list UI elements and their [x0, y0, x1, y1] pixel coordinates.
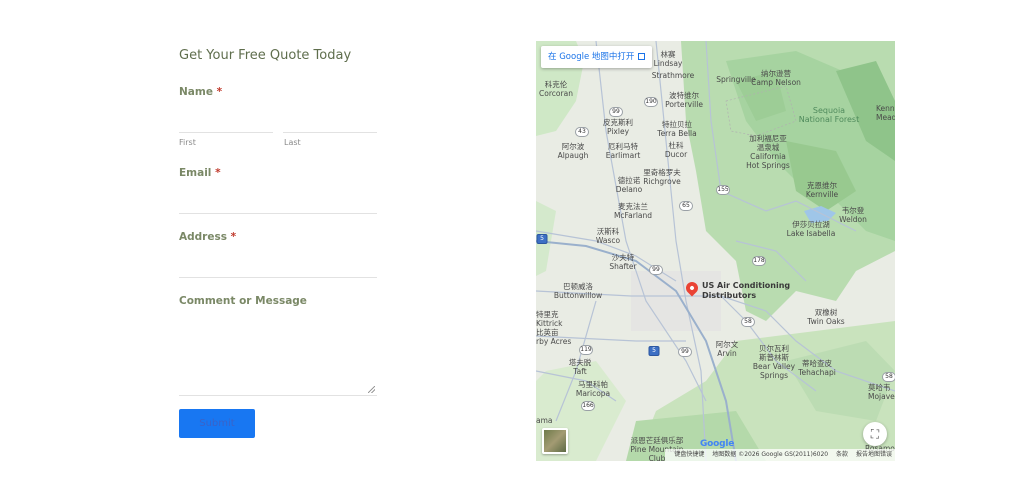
open-in-maps-text: 在 Google 地图中打开: [548, 52, 635, 62]
map-label-sequoia: Sequoia National Forest: [798, 106, 860, 124]
open-in-google-maps-link[interactable]: 在 Google 地图中打开: [541, 46, 653, 68]
satellite-toggle-button[interactable]: [542, 428, 568, 454]
submit-button[interactable]: Submit: [179, 409, 255, 438]
required-mark: *: [230, 231, 237, 243]
map-label-mojave: 莫哈韦 Mojave: [868, 383, 895, 401]
route-shield: 58: [741, 317, 755, 327]
address-label: Address *: [179, 231, 236, 243]
map-label-lake-isabella: 伊莎贝拉湖 Lake Isabella: [786, 220, 836, 238]
map-label-tehachapi: 蒂哈查皮 Tehachapi: [798, 359, 836, 377]
interstate-shield: 5: [648, 346, 660, 356]
map-label-derby-acres: 比英亩 rby Acres: [536, 328, 572, 346]
map-label-terra-bella: 特拉贝拉 Terra Bella: [657, 120, 697, 138]
map-label-shafter: 沙夫特 Shafter: [609, 253, 637, 271]
route-shield: 119: [579, 345, 593, 355]
name-label-text: Name: [179, 86, 213, 98]
email-label-text: Email: [179, 167, 212, 179]
map-label-porterville: 波特维尔 Porterville: [665, 91, 703, 109]
form-title: Get Your Free Quote Today: [179, 48, 352, 63]
map-data-text: 地图数据 ©2026 Google GS(2011)6020: [712, 451, 829, 458]
external-link-icon: [638, 53, 646, 60]
map-label-gama: ama: [536, 416, 553, 425]
required-mark: *: [216, 86, 223, 98]
interstate-shield: 5: [536, 234, 548, 244]
last-sublabel: Last: [284, 138, 301, 147]
map-label-bear-valley-springs: 贝尔瓦利 斯普林斯 Bear Valley Springs: [752, 344, 796, 380]
map-label-california-hot-springs: 加利福尼亚 温泉城 California Hot Springs: [746, 134, 790, 170]
map-label-corcoran: 科克伦 Corcoran: [539, 80, 573, 98]
address-label-text: Address: [179, 231, 227, 243]
place-name[interactable]: US Air Conditioning Distributors: [702, 281, 790, 301]
map-attribution: 键盘快捷键 地图数据 ©2026 Google GS(2011)6020 条款 …: [665, 449, 895, 461]
last-name-input[interactable]: [283, 132, 377, 133]
keyboard-shortcuts-link[interactable]: 键盘快捷键: [674, 451, 704, 458]
terms-link[interactable]: 条款: [836, 451, 848, 458]
map-label-weldon: 韦尔登 Weldon: [839, 206, 867, 224]
comment-textarea[interactable]: [179, 310, 377, 396]
name-label: Name *: [179, 86, 222, 98]
place-name-line2: Distributors: [702, 291, 757, 300]
route-shield: 99: [678, 347, 692, 357]
place-name-line1: US Air Conditioning: [702, 281, 791, 290]
map-label-twin-oaks: 双橡树 Twin Oaks: [807, 308, 845, 326]
route-shield: 65: [679, 201, 693, 211]
first-name-input[interactable]: [179, 132, 273, 133]
google-logo: Google: [700, 439, 735, 449]
comment-label: Comment or Message: [179, 295, 307, 307]
route-shield: 99: [649, 265, 663, 275]
map-label-delano: 德拉诺 Delano: [615, 176, 643, 194]
map-label-taft: 塔夫脱 Taft: [568, 358, 592, 376]
address-input[interactable]: [179, 277, 377, 278]
map-label-kittrick: 特里克 Kittrick: [536, 310, 563, 328]
map-label-mcfarland: 麦克法兰 McFarland: [613, 202, 653, 220]
map-label-springville: Springville: [716, 75, 756, 84]
map-label-lindsay: 林赛 Lindsay: [653, 50, 683, 68]
route-shield: 58: [882, 372, 895, 382]
map-label-kernville: 克恩维尔 Kernville: [805, 181, 839, 199]
map-label-richgrove: 里奇格罗夫 Richgrove: [643, 168, 681, 186]
first-sublabel: First: [179, 138, 196, 147]
resize-grip-icon[interactable]: [368, 386, 375, 393]
map-terrain: [536, 41, 895, 461]
map-label-kenn: Kenn Mead: [876, 104, 895, 122]
route-shield: 178: [752, 256, 766, 266]
map-label-arvin: 阿尔文 Arvin: [715, 340, 739, 358]
email-input[interactable]: [179, 213, 377, 214]
email-label: Email *: [179, 167, 221, 179]
route-shield: 155: [716, 185, 730, 195]
required-mark: *: [215, 167, 221, 179]
map-label-earlimart: 厄利马特 Earlimart: [605, 142, 641, 160]
route-shield: 190: [644, 97, 658, 107]
map-label-ducor: 杜科 Ducor: [664, 141, 688, 159]
map-label-strathmore: Strathmore: [651, 71, 695, 80]
quote-form: Get Your Free Quote Today Name * First L…: [179, 46, 377, 438]
route-shield: 43: [575, 127, 589, 137]
fullscreen-button[interactable]: ⛶: [863, 422, 887, 446]
map-label-alpaugh: 阿尔波 Alpaugh: [557, 142, 589, 160]
route-shield: 166: [581, 401, 595, 411]
map-label-pixley: 皮克斯利 Pixley: [603, 118, 633, 136]
map-label-camp-nelson: 纳尔逊营 Camp Nelson: [751, 69, 801, 87]
report-error-link[interactable]: 报告地图错误: [856, 451, 892, 458]
map-label-buttonwillow: 巴顿威洛 Buttonwillow: [553, 282, 603, 300]
google-map[interactable]: 科克伦 Corcoran 林赛 Lindsay Strathmore Springv…: [536, 41, 895, 461]
route-shield: 99: [609, 107, 623, 117]
map-label-maricopa: 马里科帕 Maricopa: [575, 380, 611, 398]
map-label-wasco: 沃斯科 Wasco: [595, 227, 621, 245]
